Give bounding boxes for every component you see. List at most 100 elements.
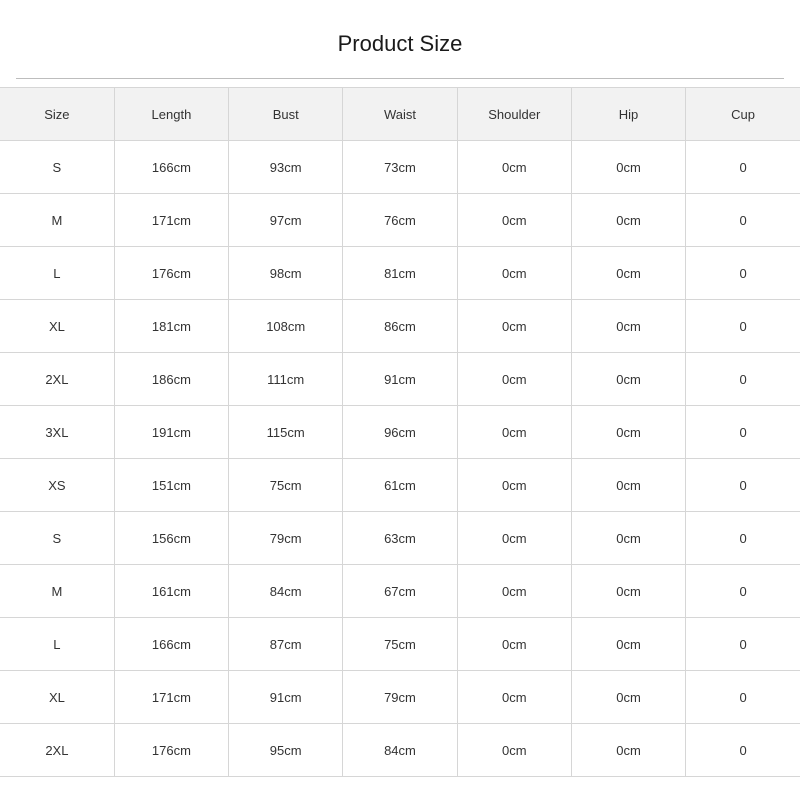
cell-waist: 79cm	[342, 670, 458, 724]
cell-bust: 95cm	[228, 723, 344, 777]
cell-waist: 86cm	[342, 299, 458, 353]
cell-hip: 0cm	[570, 140, 687, 194]
header-shoulder: Shoulder	[456, 87, 572, 141]
cell-size: XS	[0, 458, 115, 512]
table-row: XS 151cm 75cm 61cm 0cm 0cm 0	[0, 458, 800, 512]
cell-hip: 0cm	[570, 405, 687, 459]
header-size: Size	[0, 87, 115, 141]
cell-cup: 0	[685, 352, 800, 406]
cell-cup: 0	[685, 193, 800, 247]
cell-shoulder: 0cm	[456, 723, 572, 777]
table-row: L 176cm 98cm 81cm 0cm 0cm 0	[0, 246, 800, 300]
cell-shoulder: 0cm	[456, 458, 572, 512]
cell-bust: 108cm	[228, 299, 344, 353]
table-row: 2XL 186cm 111cm 91cm 0cm 0cm 0	[0, 352, 800, 406]
cell-waist: 75cm	[342, 617, 458, 671]
header-length: Length	[113, 87, 230, 141]
cell-shoulder: 0cm	[456, 246, 572, 300]
cell-waist: 91cm	[342, 352, 458, 406]
cell-waist: 61cm	[342, 458, 458, 512]
cell-hip: 0cm	[570, 352, 687, 406]
table-row: S 156cm 79cm 63cm 0cm 0cm 0	[0, 511, 800, 565]
cell-shoulder: 0cm	[456, 299, 572, 353]
cell-cup: 0	[685, 617, 800, 671]
cell-length: 176cm	[113, 246, 230, 300]
cell-length: 151cm	[113, 458, 230, 512]
cell-cup: 0	[685, 299, 800, 353]
header-bust: Bust	[228, 87, 344, 141]
header-cup: Cup	[685, 87, 800, 141]
cell-bust: 75cm	[228, 458, 344, 512]
cell-shoulder: 0cm	[456, 511, 572, 565]
cell-length: 161cm	[113, 564, 230, 618]
cell-bust: 97cm	[228, 193, 344, 247]
cell-bust: 115cm	[228, 405, 344, 459]
cell-size: 2XL	[0, 723, 115, 777]
cell-hip: 0cm	[570, 299, 687, 353]
cell-bust: 79cm	[228, 511, 344, 565]
cell-cup: 0	[685, 246, 800, 300]
cell-cup: 0	[685, 723, 800, 777]
cell-shoulder: 0cm	[456, 617, 572, 671]
table-row: 2XL 176cm 95cm 84cm 0cm 0cm 0	[0, 723, 800, 777]
cell-bust: 111cm	[228, 352, 344, 406]
table-row: S 166cm 93cm 73cm 0cm 0cm 0	[0, 140, 800, 194]
table-row: M 171cm 97cm 76cm 0cm 0cm 0	[0, 193, 800, 247]
cell-hip: 0cm	[570, 564, 687, 618]
cell-length: 166cm	[113, 617, 230, 671]
cell-waist: 84cm	[342, 723, 458, 777]
table-row: XL 171cm 91cm 79cm 0cm 0cm 0	[0, 670, 800, 724]
cell-length: 166cm	[113, 140, 230, 194]
table-row: 3XL 191cm 115cm 96cm 0cm 0cm 0	[0, 405, 800, 459]
cell-cup: 0	[685, 564, 800, 618]
page-title: Product Size	[337, 31, 463, 56]
cell-waist: 67cm	[342, 564, 458, 618]
cell-shoulder: 0cm	[456, 352, 572, 406]
cell-bust: 84cm	[228, 564, 344, 618]
cell-length: 171cm	[113, 670, 230, 724]
cell-shoulder: 0cm	[456, 564, 572, 618]
table-row: XL 181cm 108cm 86cm 0cm 0cm 0	[0, 299, 800, 353]
cell-size: S	[0, 140, 115, 194]
cell-length: 156cm	[113, 511, 230, 565]
cell-hip: 0cm	[570, 193, 687, 247]
cell-shoulder: 0cm	[456, 670, 572, 724]
cell-shoulder: 0cm	[456, 193, 572, 247]
cell-bust: 91cm	[228, 670, 344, 724]
cell-bust: 87cm	[228, 617, 344, 671]
cell-hip: 0cm	[570, 246, 687, 300]
cell-size: S	[0, 511, 115, 565]
cell-hip: 0cm	[570, 670, 687, 724]
title-divider	[16, 78, 784, 79]
table-row: L 166cm 87cm 75cm 0cm 0cm 0	[0, 617, 800, 671]
cell-shoulder: 0cm	[456, 405, 572, 459]
table-body: S 166cm 93cm 73cm 0cm 0cm 0 M 171cm 97cm 76cm 0cm 0c…	[0, 140, 800, 777]
cell-cup: 0	[685, 670, 800, 724]
cell-size: XL	[0, 670, 115, 724]
cell-length: 181cm	[113, 299, 230, 353]
cell-length: 191cm	[113, 405, 230, 459]
cell-length: 171cm	[113, 193, 230, 247]
cell-size: 3XL	[0, 405, 115, 459]
table-header-row: Size Length Bust Waist Shoulder Hip Cup	[0, 87, 800, 141]
header-waist: Waist	[342, 87, 458, 141]
cell-waist: 76cm	[342, 193, 458, 247]
cell-length: 176cm	[113, 723, 230, 777]
cell-size: L	[0, 246, 115, 300]
cell-waist: 81cm	[342, 246, 458, 300]
cell-size: XL	[0, 299, 115, 353]
header-hip: Hip	[570, 87, 687, 141]
cell-cup: 0	[685, 405, 800, 459]
cell-size: M	[0, 193, 115, 247]
cell-hip: 0cm	[570, 458, 687, 512]
cell-hip: 0cm	[570, 617, 687, 671]
cell-waist: 63cm	[342, 511, 458, 565]
cell-waist: 96cm	[342, 405, 458, 459]
cell-hip: 0cm	[570, 723, 687, 777]
cell-bust: 93cm	[228, 140, 344, 194]
cell-cup: 0	[685, 511, 800, 565]
cell-length: 186cm	[113, 352, 230, 406]
table-row: M 161cm 84cm 67cm 0cm 0cm 0	[0, 564, 800, 618]
cell-size: M	[0, 564, 115, 618]
cell-cup: 0	[685, 458, 800, 512]
